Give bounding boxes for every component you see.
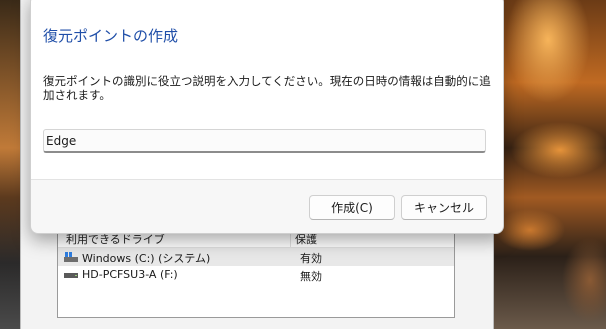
system-drive-icon <box>64 252 78 262</box>
drive-row-c[interactable]: Windows (C:) (システム) 有効 <box>58 248 454 266</box>
drive-row-f[interactable]: HD-PCFSU3-A (F:) 無効 <box>58 266 454 284</box>
dialog-content: 復元ポイントの作成 復元ポイントの識別に役立つ説明を入力してください。現在の日時… <box>31 0 503 180</box>
cancel-button[interactable]: キャンセル <box>401 195 487 220</box>
drive-protection-list[interactable]: 利用できるドライブ 保護 Windows (C:) (システム) 有効 HD-P… <box>57 226 455 318</box>
drive-protection-state: 有効 <box>300 252 322 265</box>
drive-name: Windows (C:) (システム) <box>82 252 211 265</box>
dialog-description: 復元ポイントの識別に役立つ説明を入力してください。現在の日時の情報は自動的に追加… <box>43 74 491 102</box>
restore-point-description-input[interactable] <box>43 129 486 153</box>
drive-protection-state: 無効 <box>300 270 322 283</box>
dialog-title: 復元ポイントの作成 <box>43 27 179 45</box>
drive-icon <box>64 273 78 278</box>
create-button[interactable]: 作成(C) <box>309 195 395 220</box>
drive-name: HD-PCFSU3-A (F:) <box>82 268 178 281</box>
create-restore-point-dialog: 復元ポイントの作成 復元ポイントの識別に役立つ説明を入力してください。現在の日時… <box>30 0 504 234</box>
